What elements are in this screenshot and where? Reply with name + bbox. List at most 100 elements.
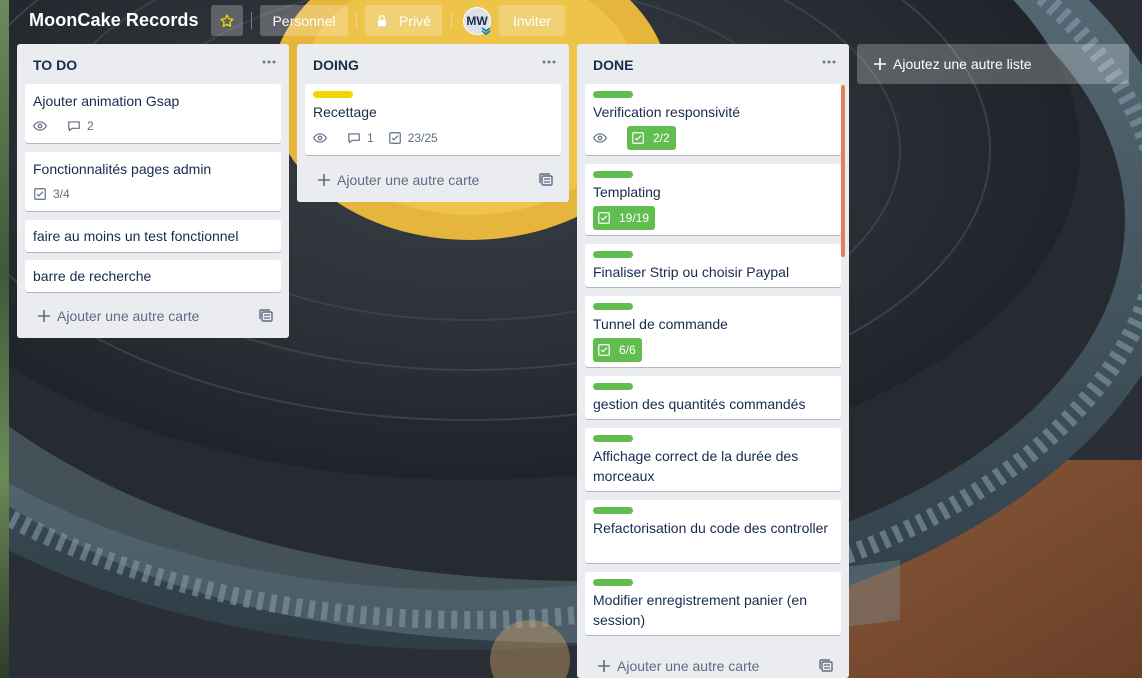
card-label-green[interactable] [593,579,633,586]
card-template-icon[interactable] [259,309,273,323]
lock-icon [377,14,387,26]
card-label-green[interactable] [593,383,633,390]
checklist-icon [34,188,46,200]
card-template-icon[interactable] [539,173,553,187]
checklist-count: 23/25 [407,131,438,145]
invite-button[interactable]: Inviter [499,5,565,36]
list-done: DONE Verification responsivité 2/2 Templ… [577,44,849,678]
privacy-label: Privé [399,12,431,29]
plus-icon [874,58,886,70]
checklist-badge: 3/4 [33,182,70,206]
card-title: Ajouter animation Gsap [33,93,180,109]
card[interactable]: gestion des quantités commandés [585,376,841,419]
card[interactable]: Refactorisation du code des controller [585,500,841,563]
header-divider [251,12,252,29]
more-icon[interactable] [261,54,277,70]
card-title: Verification responsivité [593,104,741,120]
comment-icon [68,121,80,132]
card[interactable]: Fonctionnalités pages admin 3/4 [25,152,281,211]
list-title[interactable]: DOING [313,57,359,73]
plus-icon [598,660,610,672]
add-card-button[interactable]: Ajouter une autre carte [585,651,841,678]
add-list-label: Ajoutez une autre liste [893,56,1032,72]
checklist-complete-badge: 6/6 [593,338,642,362]
checklist-icon [598,344,610,356]
add-card-label: Ajouter une autre carte [57,308,200,324]
list-todo: TO DO Ajouter animation Gsap 2 Fonctionn… [17,44,289,338]
add-card-label: Ajouter une autre carte [337,172,480,188]
list-doing: DOING Recettage 1 23/25 Ajouter une autr… [297,44,569,202]
card[interactable]: Verification responsivité 2/2 [585,84,841,155]
card-label-green[interactable] [593,507,633,514]
card[interactable]: Ajouter animation Gsap 2 [25,84,281,143]
board-header: MoonCake Records Personnel Privé MW Invi… [0,0,1142,40]
card-title: Refactorisation du code des controller [593,520,829,536]
card-badges: 2 [33,114,108,138]
card-title: gestion des quantités commandés [593,396,806,412]
comment-icon [348,133,360,144]
comment-count: 2 [87,119,94,133]
admin-badge-icon [481,27,491,35]
more-icon[interactable] [821,54,837,70]
team-visibility-button[interactable]: Personnel [260,5,348,36]
card[interactable]: faire au moins un test fonctionnel [25,220,281,252]
card-template-icon[interactable] [819,659,833,673]
plus-icon [318,174,330,186]
card-title: Affichage correct de la durée des morcea… [593,448,799,484]
add-card-button[interactable]: Ajouter une autre carte [25,301,281,331]
checklist-icon [598,212,610,224]
header-divider [451,12,452,29]
list-header: TO DO [17,44,289,84]
card-title: Modifier enregistrement panier (en sessi… [593,592,807,628]
checklist-count: 6/6 [619,343,636,357]
card[interactable]: Templating 19/19 [585,164,841,235]
card[interactable]: barre de recherche [25,260,281,292]
add-list-button[interactable]: Ajoutez une autre liste [857,44,1129,84]
card-badges: 6/6 [593,338,656,362]
card-title: Recettage [313,104,377,120]
card-label-green[interactable] [593,91,633,98]
card-title: Tunnel de commande [593,316,728,332]
star-button[interactable] [211,5,243,36]
card-label-green[interactable] [593,251,633,258]
card-badges: 19/19 [593,206,669,230]
card-title: Finaliser Strip ou choisir Paypal [593,264,790,280]
checklist-count: 2/2 [653,131,670,145]
list-title[interactable]: DONE [593,57,633,73]
card-badges: 1 23/25 [313,126,452,150]
card-label-green[interactable] [593,171,633,178]
list-title[interactable]: TO DO [33,57,77,73]
checklist-icon [632,132,644,144]
privacy-button[interactable]: Privé [365,5,442,36]
card[interactable]: Recettage 1 23/25 [305,84,561,155]
eye-icon [33,121,47,131]
add-card-button[interactable]: Ajouter une autre carte [305,165,561,195]
board-title[interactable]: MoonCake Records [29,10,199,31]
card-label-yellow[interactable] [313,91,353,98]
card-label-green[interactable] [593,303,633,310]
eye-icon [313,133,327,143]
watch-badge [33,114,53,138]
checklist-count: 19/19 [619,211,650,225]
card[interactable]: Affichage correct de la durée des morcea… [585,428,841,491]
watch-badge [593,126,613,150]
plus-icon [38,310,50,322]
comments-badge: 2 [67,114,94,138]
checklist-count: 3/4 [53,187,70,201]
card-title: Fonctionnalités pages admin [33,161,212,177]
list-scrollbar[interactable] [841,85,845,257]
checklist-icon [388,132,401,144]
card-title: faire au moins un test fonctionnel [33,228,239,244]
card-badges: 3/4 [33,182,84,206]
more-icon[interactable] [541,54,557,70]
card[interactable]: Modifier enregistrement panier (en sessi… [585,572,841,635]
checklist-complete-badge: 2/2 [627,126,676,150]
list-header: DONE [577,44,849,84]
card[interactable]: Tunnel de commande 6/6 [585,296,841,367]
comments-badge: 1 [347,126,374,150]
card-label-green[interactable] [593,435,633,442]
card[interactable]: Finaliser Strip ou choisir Paypal [585,244,841,287]
card-title: barre de recherche [33,268,152,284]
star-icon [220,13,234,27]
checklist-complete-badge: 19/19 [593,206,656,230]
